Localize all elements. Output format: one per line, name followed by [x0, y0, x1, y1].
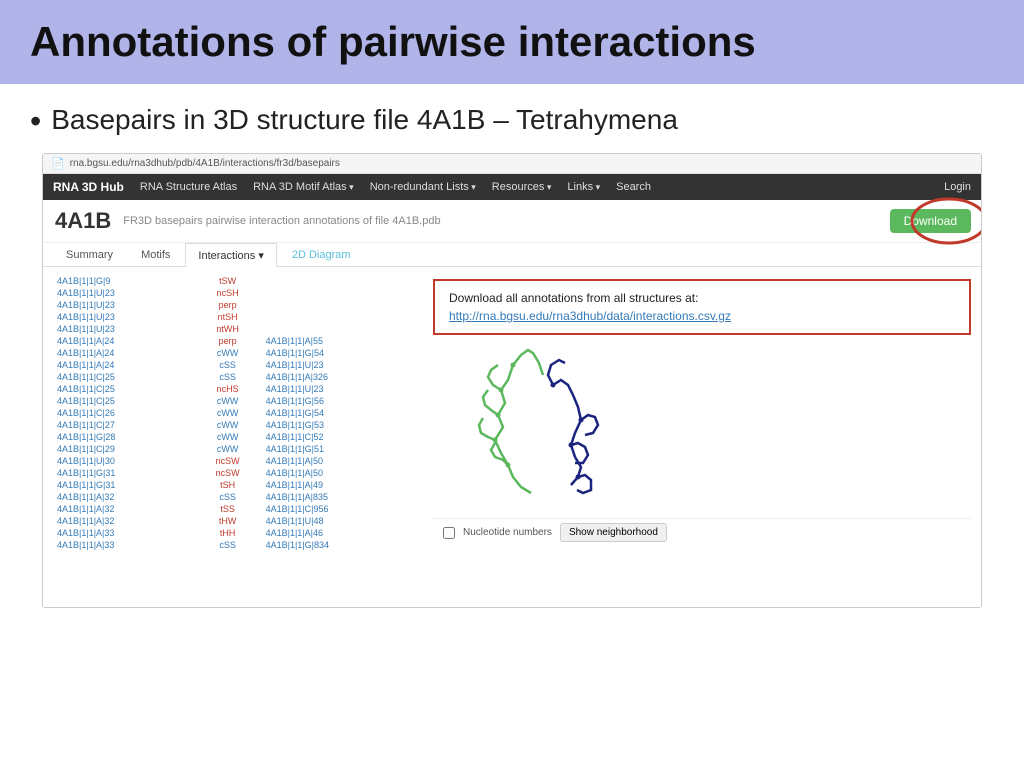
- page-icon: 📄: [51, 157, 65, 170]
- annotation-link[interactable]: http://rna.bgsu.edu/rna3dhub/data/intera…: [449, 309, 955, 323]
- content-area: 4A1B|1|1|G|9tSW4A1B|1|1|U|23ncSH4A1B|1|1…: [43, 267, 981, 607]
- table-row: 4A1B|1|1|C|26cWW4A1B|1|1|G|54: [53, 407, 413, 419]
- table-row: 4A1B|1|1|A|32cSS4A1B|1|1|A|835: [53, 491, 413, 503]
- main-content: Basepairs in 3D structure file 4A1B – Te…: [0, 84, 1024, 608]
- table-row: 4A1B|1|1|U|30ncSW4A1B|1|1|A|50: [53, 455, 413, 467]
- table-row: 4A1B|1|1|C|25cSS4A1B|1|1|A|326: [53, 371, 413, 383]
- nucleotide-numbers-checkbox[interactable]: [443, 527, 455, 539]
- nav-links[interactable]: Links: [567, 181, 600, 193]
- table-row: 4A1B|1|1|U|23ncSH: [53, 287, 413, 299]
- table-row: 4A1B|1|1|G|31tSH4A1B|1|1|A|49: [53, 479, 413, 491]
- bullet-point: Basepairs in 3D structure file 4A1B – Te…: [30, 104, 994, 139]
- tab-motifs[interactable]: Motifs: [128, 243, 183, 267]
- nav-non-redundant-lists[interactable]: Non-redundant Lists: [370, 181, 476, 193]
- table-row: 4A1B|1|1|U|23perp: [53, 299, 413, 311]
- table-row: 4A1B|1|1|A|33tHH4A1B|1|1|A|46: [53, 527, 413, 539]
- table-row: 4A1B|1|1|A|33cSS4A1B|1|1|G|834: [53, 539, 413, 551]
- nav-rna-3d-motif-atlas[interactable]: RNA 3D Motif Atlas: [253, 181, 354, 193]
- show-neighborhood-button[interactable]: Show neighborhood: [560, 523, 667, 542]
- browser-window: 📄 rna.bgsu.edu/rna3dhub/pdb/4A1B/interac…: [42, 153, 982, 608]
- header-banner: Annotations of pairwise interactions: [0, 0, 1024, 84]
- download-button[interactable]: Download: [890, 209, 971, 233]
- table-row: 4A1B|1|1|A|32tHW4A1B|1|1|U|48: [53, 515, 413, 527]
- annotation-box-wrapper: Download all annotations from all struct…: [423, 267, 981, 607]
- rna-navbar: RNA 3D Hub RNA Structure Atlas RNA 3D Mo…: [43, 174, 981, 200]
- table-row: 4A1B|1|1|A|24cWW4A1B|1|1|G|54: [53, 347, 413, 359]
- tab-interactions[interactable]: Interactions ▾: [185, 243, 276, 267]
- table-row: 4A1B|1|1|C|25cWW4A1B|1|1|G|56: [53, 395, 413, 407]
- interactions-table: 4A1B|1|1|G|9tSW4A1B|1|1|U|23ncSH4A1B|1|1…: [53, 275, 413, 551]
- table-row: 4A1B|1|1|G|28cWW4A1B|1|1|C|52: [53, 431, 413, 443]
- table-row: 4A1B|1|1|G|9tSW: [53, 275, 413, 287]
- table-row: 4A1B|1|1|A|24perp4A1B|1|1|A|55: [53, 335, 413, 347]
- nav-login[interactable]: Login: [944, 181, 971, 193]
- tab-2d-diagram[interactable]: 2D Diagram: [279, 243, 364, 267]
- tab-summary[interactable]: Summary: [53, 243, 126, 267]
- nucleotide-numbers-label: Nucleotide numbers: [463, 527, 552, 538]
- tabs-row: Summary Motifs Interactions ▾ 2D Diagram: [43, 243, 981, 267]
- address-bar: 📄 rna.bgsu.edu/rna3dhub/pdb/4A1B/interac…: [43, 154, 981, 174]
- page-header-row: 4A1B FR3D basepairs pairwise interaction…: [43, 200, 981, 243]
- annotation-text: Download all annotations from all struct…: [449, 291, 698, 305]
- table-row: 4A1B|1|1|U|23ntSH: [53, 311, 413, 323]
- table-section: 4A1B|1|1|G|9tSW4A1B|1|1|U|23ncSH4A1B|1|1…: [43, 267, 423, 607]
- address-url: rna.bgsu.edu/rna3dhub/pdb/4A1B/interacti…: [70, 158, 340, 169]
- nav-rna-structure-atlas[interactable]: RNA Structure Atlas: [140, 181, 237, 193]
- table-row: 4A1B|1|1|C|27cWW4A1B|1|1|G|53: [53, 419, 413, 431]
- table-row: 4A1B|1|1|C|25ncHS4A1B|1|1|U|23: [53, 383, 413, 395]
- molecule-visualization: [433, 335, 633, 515]
- table-row: 4A1B|1|1|A|24cSS4A1B|1|1|U|23: [53, 359, 413, 371]
- bullet-text: Basepairs in 3D structure file 4A1B – Te…: [51, 104, 678, 136]
- pdb-id: 4A1B: [55, 208, 111, 234]
- table-row: 4A1B|1|1|U|23ntWH: [53, 323, 413, 335]
- table-row: 4A1B|1|1|A|32tSS4A1B|1|1|C|956: [53, 503, 413, 515]
- page-description: FR3D basepairs pairwise interaction anno…: [123, 215, 440, 227]
- table-row: 4A1B|1|1|G|31ncSW4A1B|1|1|A|50: [53, 467, 413, 479]
- nav-brand[interactable]: RNA 3D Hub: [53, 180, 124, 194]
- nav-search[interactable]: Search: [616, 181, 651, 193]
- nucleotide-controls: Nucleotide numbers Show neighborhood: [433, 518, 971, 546]
- annotation-box: Download all annotations from all struct…: [433, 279, 971, 335]
- nav-resources[interactable]: Resources: [492, 181, 552, 193]
- table-row: 4A1B|1|1|C|29cWW4A1B|1|1|G|51: [53, 443, 413, 455]
- page-title: Annotations of pairwise interactions: [30, 18, 994, 66]
